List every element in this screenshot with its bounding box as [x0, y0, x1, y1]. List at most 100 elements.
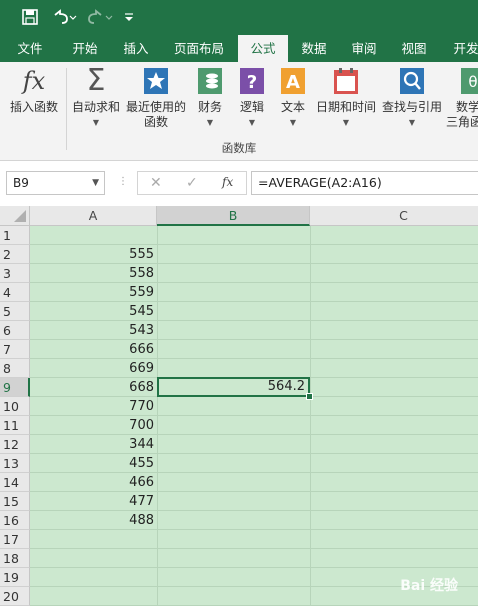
- cell-a[interactable]: 558: [30, 264, 157, 283]
- formula-bar: B9 ▼ ⋮ ✕ ✓ fx =AVERAGE(A2:A16): [0, 161, 478, 206]
- row-header[interactable]: 6: [0, 321, 30, 340]
- magnifier-icon: [397, 66, 427, 96]
- text-label: 文本: [280, 100, 305, 114]
- row-header[interactable]: 19: [0, 568, 30, 587]
- insert-function-button[interactable]: fx 插入函数: [6, 66, 62, 115]
- chevron-down-icon: ▼: [408, 118, 416, 127]
- tab-view[interactable]: 视图: [392, 35, 436, 62]
- row-header[interactable]: 14: [0, 473, 30, 492]
- chevron-down-icon: ▼: [342, 118, 350, 127]
- chevron-down-icon: ▼: [206, 118, 214, 127]
- save-icon[interactable]: [20, 8, 40, 26]
- row-header[interactable]: 4: [0, 283, 30, 302]
- row-header[interactable]: 17: [0, 530, 30, 549]
- cell-a[interactable]: [30, 226, 157, 245]
- ribbon-group-label: 函数库: [221, 141, 257, 155]
- cell-a[interactable]: [30, 568, 157, 587]
- sigma-icon: Σ: [86, 63, 106, 98]
- formula-input[interactable]: =AVERAGE(A2:A16): [251, 171, 478, 195]
- lookup-label: 查找与引用: [381, 100, 442, 114]
- cell-a[interactable]: 455: [30, 454, 157, 473]
- tab-developer[interactable]: 开发: [446, 35, 478, 62]
- active-cell-b9[interactable]: 564.2: [157, 377, 310, 397]
- column-gridline: [310, 226, 311, 605]
- cell-a[interactable]: 668: [30, 378, 157, 397]
- cell-a[interactable]: 477: [30, 492, 157, 511]
- row-header[interactable]: 16: [0, 511, 30, 530]
- financial-button[interactable]: 财务 ▼: [190, 66, 230, 130]
- tab-formulas[interactable]: 公式: [238, 35, 288, 62]
- customize-icon[interactable]: [122, 8, 136, 26]
- autosum-button[interactable]: Σ 自动求和 ▼: [68, 66, 124, 130]
- cell-a[interactable]: 559: [30, 283, 157, 302]
- cancel-icon[interactable]: ✕: [150, 175, 162, 191]
- cell-a[interactable]: 545: [30, 302, 157, 321]
- row-header[interactable]: 13: [0, 454, 30, 473]
- chevron-down-icon: ▼: [92, 118, 100, 127]
- logical-label: 逻辑: [239, 100, 264, 114]
- tab-insert[interactable]: 插入: [114, 35, 158, 62]
- recent-functions-button[interactable]: 最近使用的 函数: [124, 66, 188, 130]
- fx-icon: fx: [22, 66, 46, 95]
- column-header-b[interactable]: B: [157, 206, 310, 226]
- cell-a[interactable]: [30, 530, 157, 549]
- cell-a[interactable]: 770: [30, 397, 157, 416]
- row-header[interactable]: 10: [0, 397, 30, 416]
- logical-button[interactable]: ? 逻辑 ▼: [232, 66, 272, 130]
- text-button[interactable]: A 文本 ▼: [274, 66, 312, 130]
- svg-text:θ: θ: [468, 73, 477, 91]
- cell-a[interactable]: [30, 587, 157, 606]
- row-header[interactable]: 20: [0, 587, 30, 606]
- insert-function-icon[interactable]: fx: [222, 175, 233, 189]
- quick-access-toolbar: [0, 0, 478, 35]
- cell-a[interactable]: 666: [30, 340, 157, 359]
- column-header-c[interactable]: C: [310, 206, 478, 226]
- row-header[interactable]: 2: [0, 245, 30, 264]
- column-header-a[interactable]: A: [30, 206, 157, 226]
- cell-a[interactable]: 543: [30, 321, 157, 340]
- column-gridline: [157, 226, 158, 605]
- row-header[interactable]: 11: [0, 416, 30, 435]
- row-header[interactable]: 18: [0, 549, 30, 568]
- row-header[interactable]: 5: [0, 302, 30, 321]
- watermark: Bai 经验: [400, 578, 458, 594]
- row-header[interactable]: 12: [0, 435, 30, 454]
- row-header[interactable]: 3: [0, 264, 30, 283]
- cell-a[interactable]: 555: [30, 245, 157, 264]
- tab-review[interactable]: 审阅: [342, 35, 386, 62]
- recent-functions-label-2: 函数: [143, 115, 168, 129]
- fill-handle[interactable]: [306, 393, 313, 400]
- insert-function-label: 插入函数: [9, 100, 58, 114]
- row-header[interactable]: 1: [0, 226, 30, 245]
- worksheet-grid: A B C 1 2 555 3 558 4 559 5 545 6 543 7 666 8 669 9 668 1…: [0, 206, 478, 606]
- tab-page-layout[interactable]: 页面布局: [166, 35, 232, 62]
- text-icon: A: [278, 66, 308, 96]
- cell-a[interactable]: [30, 549, 157, 568]
- math-label: 数学: [456, 100, 478, 114]
- tab-home[interactable]: 开始: [62, 35, 108, 62]
- math-button[interactable]: θ 数学 三角函: [446, 66, 478, 130]
- svg-text:?: ?: [247, 72, 257, 93]
- tab-data[interactable]: 数据: [292, 35, 336, 62]
- cell-a[interactable]: 669: [30, 359, 157, 378]
- undo-icon[interactable]: [50, 8, 78, 26]
- row-header[interactable]: 8: [0, 359, 30, 378]
- cell-a[interactable]: 344: [30, 435, 157, 454]
- row-header[interactable]: 7: [0, 340, 30, 359]
- resize-handle[interactable]: ⋮: [118, 176, 128, 187]
- math-label-2: 三角函: [446, 115, 478, 129]
- redo-icon[interactable]: [86, 8, 114, 26]
- row-header[interactable]: 9: [0, 378, 30, 397]
- row-header[interactable]: 15: [0, 492, 30, 511]
- enter-icon[interactable]: ✓: [186, 175, 198, 191]
- lookup-button[interactable]: 查找与引用 ▼: [380, 66, 444, 130]
- ribbon-tabs: 文件 开始 插入 页面布局 公式 数据 审阅 视图 开发: [0, 35, 478, 62]
- cell-a[interactable]: 466: [30, 473, 157, 492]
- name-box[interactable]: B9 ▼: [6, 171, 105, 195]
- cell-a[interactable]: 700: [30, 416, 157, 435]
- cell-a[interactable]: 488: [30, 511, 157, 530]
- chevron-down-icon: ▼: [92, 178, 99, 188]
- datetime-button[interactable]: 日期和时间 ▼: [314, 66, 378, 130]
- select-all-corner[interactable]: [0, 206, 30, 226]
- tab-file[interactable]: 文件: [8, 35, 52, 62]
